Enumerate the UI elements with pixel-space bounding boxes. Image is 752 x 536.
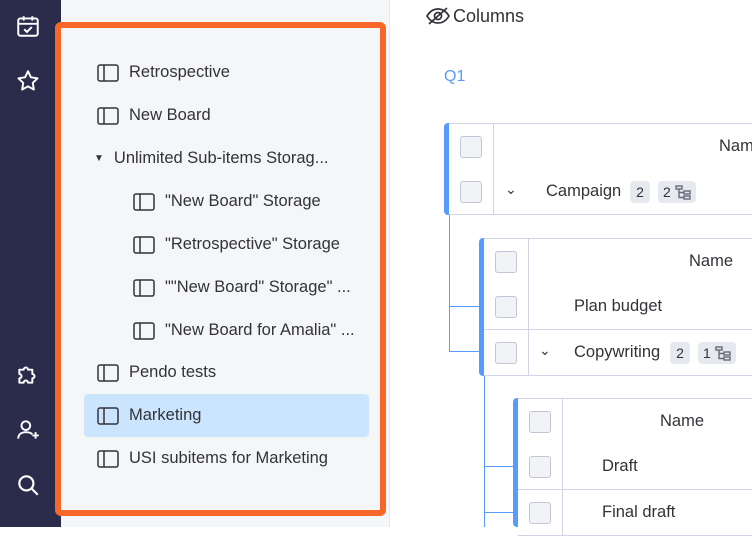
subitems-tree-icon (675, 185, 691, 200)
row-checkbox[interactable] (529, 501, 551, 524)
board-icon (133, 278, 155, 297)
columns-button[interactable]: Columns (425, 4, 524, 28)
sidebar-item-label: Unlimited Sub-items Storag... (113, 149, 329, 167)
puzzle-icon[interactable] (12, 358, 44, 390)
subitem-connector (484, 376, 485, 527)
table-row[interactable]: Plan budget (484, 284, 752, 330)
row-checkbox-cell (449, 169, 494, 214)
star-icon[interactable] (12, 65, 44, 97)
sidebar-item-usi-subitems-marketing[interactable]: USI subitems for Marketing (84, 437, 369, 480)
sidebar-item-retrospective[interactable]: Retrospective (84, 51, 369, 94)
name-column-header: Nam (719, 137, 752, 155)
sidebar-item-new-board-storage[interactable]: "New Board" Storage (120, 180, 370, 223)
chevron-down-icon[interactable]: ⌄ (505, 181, 517, 198)
sidebar-item-label: Marketing (129, 406, 202, 424)
subitem-connector (449, 215, 450, 351)
sidebar-folder-unlimited-sub-items[interactable]: ▼ Unlimited Sub-items Storag... (84, 137, 369, 180)
sidebar-item-label: Retrospective (129, 63, 230, 81)
subitem-connector (484, 466, 516, 467)
subitem-connector (484, 512, 516, 513)
board-icon (133, 192, 155, 211)
board-icon (97, 363, 119, 382)
subitems-toggle-badge[interactable]: 2 (658, 181, 696, 203)
select-all-checkbox[interactable] (495, 250, 517, 273)
sidebar-item-label: New Board (129, 106, 211, 124)
name-column-header: Name (660, 412, 705, 430)
select-all-cell (484, 239, 529, 284)
sidebar-item-label: ""New Board" Storage" ... (165, 278, 351, 296)
item-name[interactable]: Final draft (602, 503, 675, 522)
row-checkbox[interactable] (460, 180, 482, 203)
table-header-row: Nam (449, 123, 752, 170)
select-all-cell (518, 399, 563, 444)
subitem-count-badge[interactable]: 2 (670, 342, 690, 364)
sidebar-item-label: USI subitems for Marketing (129, 449, 328, 467)
subitem-count-badge[interactable]: 2 (630, 181, 650, 203)
calendar-check-icon[interactable] (12, 10, 44, 42)
group-title[interactable]: Q1 (444, 68, 465, 86)
add-user-icon[interactable] (12, 414, 44, 446)
subitems-toggle-badge[interactable]: 1 (698, 342, 736, 364)
table-row[interactable]: ⌄ Campaign 2 2 (449, 169, 752, 215)
board-icon (97, 106, 119, 125)
select-all-checkbox[interactable] (460, 135, 482, 158)
subitem-header-row: Name (484, 238, 752, 285)
board-icon (133, 235, 155, 254)
sidebar-item-new-board[interactable]: New Board (84, 94, 369, 137)
caret-down-icon[interactable]: ▼ (94, 153, 104, 164)
columns-label: Columns (453, 5, 525, 26)
board-icon (97, 63, 119, 82)
subitems-count: 2 (663, 184, 671, 200)
name-column-header: Name (689, 252, 734, 270)
item-name[interactable]: Plan budget (574, 297, 662, 316)
row-checkbox-cell (518, 490, 563, 535)
chevron-down-icon[interactable]: ⌄ (539, 342, 551, 359)
select-all-checkbox[interactable] (529, 410, 551, 433)
row-checkbox[interactable] (495, 341, 517, 364)
subitems-tree-icon (715, 346, 731, 361)
item-name[interactable]: Draft (602, 457, 638, 476)
left-rail (0, 0, 69, 527)
subitem-connector (449, 306, 481, 307)
select-all-cell (449, 124, 494, 169)
subitem-header-row: Name (518, 398, 752, 445)
sidebar-item-label: "Retrospective" Storage (165, 235, 340, 253)
board-icon (97, 449, 119, 468)
sidebar-item-label: Pendo tests (129, 363, 217, 381)
sidebar-item-retrospective-storage[interactable]: "Retrospective" Storage (120, 223, 370, 266)
row-checkbox[interactable] (529, 455, 551, 478)
subitems-count: 1 (703, 345, 711, 361)
subitem-connector (449, 351, 481, 352)
sidebar-item-marketing[interactable]: Marketing (84, 394, 369, 437)
row-checkbox-cell (484, 284, 529, 329)
row-checkbox-cell (484, 330, 529, 375)
sidebar-item-new-board-for-amalia[interactable]: "New Board for Amalia" ... (120, 309, 370, 352)
row-checkbox[interactable] (495, 295, 517, 318)
table-row[interactable]: Final draft (518, 490, 752, 536)
item-name[interactable]: Copywriting (574, 343, 660, 362)
sidebar-item-new-board-storage-nested[interactable]: ""New Board" Storage" ... (120, 266, 370, 309)
table-row[interactable]: Draft (518, 444, 752, 490)
table-row[interactable]: ⌄ Copywriting 2 1 (484, 330, 752, 376)
item-name[interactable]: Campaign (546, 182, 621, 201)
board-icon (133, 321, 155, 340)
search-icon[interactable] (12, 469, 44, 501)
eye-slash-icon (426, 7, 450, 25)
sidebar-item-label: "New Board for Amalia" ... (165, 321, 355, 339)
sidebar-item-pendo-tests[interactable]: Pendo tests (84, 351, 369, 394)
row-checkbox-cell (518, 444, 563, 489)
board-icon (97, 406, 119, 425)
sidebar-item-label: "New Board" Storage (165, 192, 321, 210)
